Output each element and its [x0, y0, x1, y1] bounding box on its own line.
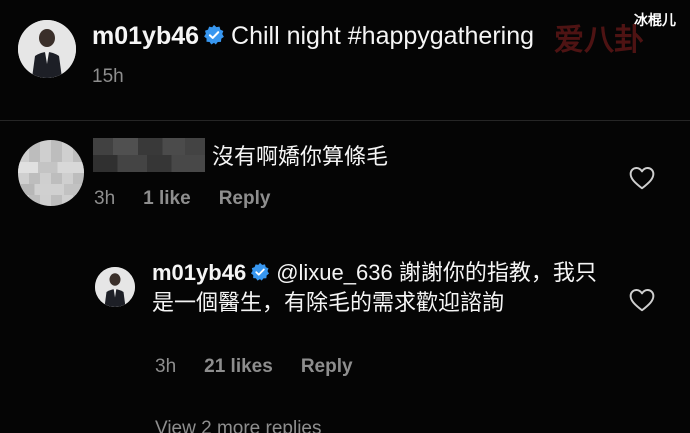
reply-body: m01yb46 @lixue_636 謝謝你的指教，我只是一個醫生，有除毛的需求歡…	[152, 258, 612, 318]
verified-badge-icon	[251, 263, 270, 281]
post-meta: 15h	[92, 66, 152, 88]
comment-meta: 3h 1 like Reply	[94, 188, 298, 210]
post-timestamp: 15h	[92, 66, 124, 87]
post-author-username[interactable]: m01yb46	[92, 22, 199, 50]
reply-author-avatar[interactable]	[95, 267, 135, 307]
post-caption-row: m01yb46 Chill night #happygathering	[92, 20, 534, 52]
reply-author-username[interactable]: m01yb46	[152, 260, 246, 285]
instagram-comments-screen: m01yb46 Chill night #happygathering 15h 沒…	[0, 0, 690, 433]
watermark-logo: 爱八卦	[554, 23, 644, 58]
reply-timestamp: 3h	[155, 356, 177, 377]
person-icon	[95, 267, 135, 307]
verified-badge-icon	[204, 25, 224, 45]
like-heart-icon[interactable]	[629, 288, 655, 312]
divider	[0, 120, 690, 121]
person-icon	[18, 20, 76, 78]
comment-reply-button[interactable]: Reply	[219, 188, 271, 209]
comment-likes-count[interactable]: 1 like	[143, 188, 191, 209]
watermark-logo-text: 爱八卦	[554, 23, 644, 58]
post-caption: Chill night #happygathering	[231, 22, 535, 50]
comment-text: 沒有啊嬌你算條毛	[212, 144, 389, 169]
comment-timestamp: 3h	[94, 188, 116, 209]
post-author-avatar[interactable]	[18, 20, 76, 78]
reply-likes-count[interactable]: 21 likes	[204, 356, 273, 377]
commenter-avatar-blurred[interactable]	[18, 140, 84, 206]
reply-reply-button[interactable]: Reply	[301, 356, 353, 377]
like-heart-icon[interactable]	[629, 166, 655, 190]
commenter-username-blurred[interactable]	[93, 138, 205, 172]
view-more-replies-link[interactable]: View 2 more replies	[155, 418, 322, 433]
reply-meta: 3h 21 likes Reply	[155, 356, 381, 378]
